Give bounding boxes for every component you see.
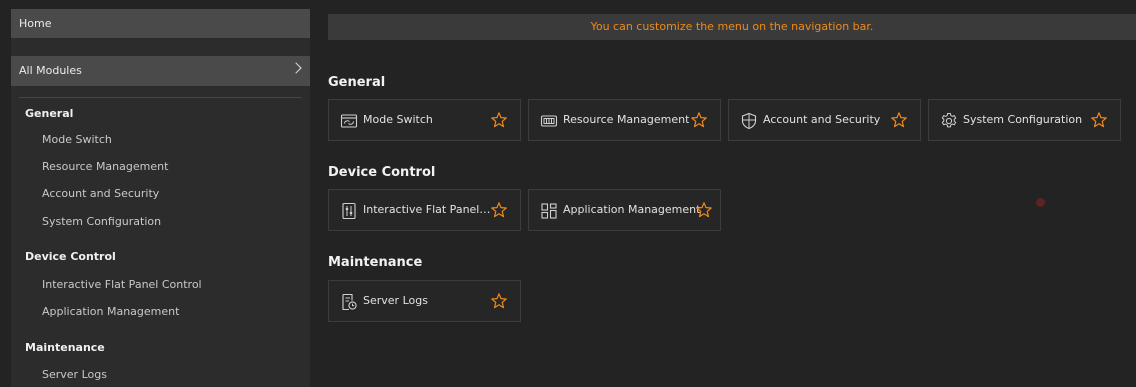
sidebar-item-resource-management[interactable]: Resource Management [42, 160, 168, 173]
sidebar-item-application-management[interactable]: Application Management [42, 305, 179, 318]
sidebar-all-modules[interactable]: All Modules [11, 56, 310, 86]
card-label: Mode Switch [363, 113, 433, 126]
chevron-right-icon [290, 62, 302, 74]
card-server-logs[interactable]: Server Logs [328, 280, 521, 322]
favorite-star-icon[interactable] [490, 292, 508, 310]
card-label: System Configuration [963, 113, 1083, 126]
background-status-dot [1036, 198, 1045, 207]
customize-hint-banner: You can customize the menu on the naviga… [328, 14, 1136, 40]
card-label: Server Logs [363, 294, 428, 307]
sidebar-group-maintenance: Maintenance [25, 341, 105, 354]
shield-icon [741, 112, 757, 130]
sidebar-item-system-configuration[interactable]: System Configuration [42, 215, 161, 228]
card-label: Interactive Flat Panel C... [363, 203, 491, 216]
section-title-device-control: Device Control [328, 165, 436, 180]
sidebar-divider [19, 97, 302, 98]
favorite-star-icon[interactable] [890, 111, 908, 129]
card-mode-switch[interactable]: Mode Switch [328, 99, 521, 141]
section-title-general: General [328, 75, 386, 90]
sidebar-group-general: General [25, 107, 74, 120]
sidebar-all-modules-label: All Modules [19, 64, 82, 77]
panel-icon [342, 202, 356, 220]
favorite-star-icon[interactable] [690, 111, 708, 129]
sidebar-group-device-control: Device Control [25, 250, 116, 263]
sidebar-item-interactive-flat-panel-control[interactable]: Interactive Flat Panel Control [42, 278, 202, 291]
card-resource-management[interactable]: Resource Management [528, 99, 721, 141]
navigation-menu-panel: Home All Modules General Mode Switch Res… [11, 9, 310, 387]
gear-icon [941, 113, 957, 128]
section-title-maintenance: Maintenance [328, 255, 423, 270]
card-label: Resource Management [563, 113, 690, 126]
mode-switch-icon [340, 114, 358, 128]
card-label: Application Management [563, 203, 701, 216]
sidebar-item-mode-switch[interactable]: Mode Switch [42, 133, 112, 146]
card-application-management[interactable]: Application Management [528, 189, 721, 231]
card-interactive-flat-panel-control[interactable]: Interactive Flat Panel C... [328, 189, 521, 231]
sidebar-home[interactable]: Home [11, 9, 310, 38]
card-account-and-security[interactable]: Account and Security [728, 99, 921, 141]
card-system-configuration[interactable]: System Configuration [928, 99, 1121, 141]
resource-management-icon [540, 115, 558, 127]
sidebar-item-account-and-security[interactable]: Account and Security [42, 187, 159, 200]
log-icon [342, 293, 357, 311]
favorite-star-icon[interactable] [1090, 111, 1108, 129]
favorite-star-icon[interactable] [695, 201, 713, 219]
card-label: Account and Security [763, 113, 881, 126]
sidebar-item-server-logs[interactable]: Server Logs [42, 368, 107, 381]
apps-icon [541, 203, 557, 219]
favorite-star-icon[interactable] [490, 111, 508, 129]
favorite-star-icon[interactable] [490, 201, 508, 219]
